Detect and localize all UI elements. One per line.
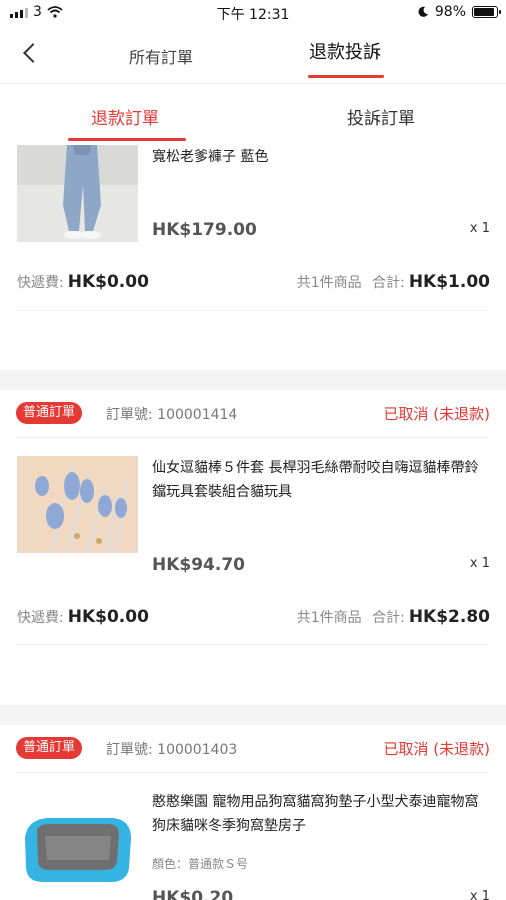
section-gap <box>0 705 506 725</box>
battery-percent: 98% <box>434 4 466 20</box>
total-value: HK$1.00 <box>408 272 490 292</box>
order-status: 已取消 (未退款) <box>383 405 490 423</box>
top-nav: 所有訂單 退款投訴 <box>0 26 506 84</box>
order-type-badge: 普通訂單 <box>16 737 83 759</box>
shipping-value: HK$0.00 <box>67 272 149 292</box>
active-subtab-indicator <box>68 138 186 141</box>
status-right: 98% <box>417 4 501 20</box>
status-bar: 3 下午 12:31 98% <box>0 0 506 26</box>
product-price: HK$94.70 <box>152 555 246 575</box>
order-number: 100001414 <box>157 407 238 423</box>
tab-refund-orders[interactable]: 退款訂單 <box>60 104 190 129</box>
product-price: HK$179.00 <box>152 220 257 240</box>
product-image-jeans[interactable] <box>17 145 138 242</box>
divider <box>17 644 489 645</box>
product-attribute: 顏色：普通款Ｓ号 <box>152 857 249 871</box>
summary-row: 共1件商品 合計: HK$1.00 <box>297 272 490 292</box>
active-tab-indicator <box>308 75 384 78</box>
items-count: 共1件商品 <box>296 275 362 291</box>
shipping-label: 快遞費: <box>17 610 64 626</box>
order-number-row: 訂單號: 100001414 <box>106 404 237 424</box>
battery-icon <box>472 6 501 18</box>
order-number-label: 訂單號: <box>106 742 153 758</box>
section-gap <box>0 370 506 390</box>
total-value: HK$2.80 <box>408 607 490 627</box>
order-number-row: 訂單號: 100001403 <box>106 739 237 759</box>
product-title[interactable]: 仙女逗貓棒５件套 長桿羽毛絲帶耐咬自嗨逗貓棒帶鈴鐺玩具套裝組合貓玩具 <box>152 456 492 504</box>
sub-tabs: 退款訂單 投訴訂單 <box>0 84 506 142</box>
order-number-label: 訂單號: <box>106 407 153 423</box>
product-image-cat-toy[interactable] <box>17 456 138 553</box>
shipping-value: HK$0.00 <box>67 607 149 627</box>
shipping-label: 快遞費: <box>17 275 64 291</box>
tab-all-orders[interactable]: 所有訂單 <box>96 44 226 68</box>
divider <box>17 310 489 311</box>
total-label: 合計: <box>372 610 405 626</box>
total-label: 合計: <box>372 275 405 291</box>
divider <box>17 437 489 438</box>
product-qty: x 1 <box>469 556 490 571</box>
order-type-badge: 普通訂單 <box>16 402 83 424</box>
product-image-pet-bed[interactable] <box>17 790 138 900</box>
order-number: 100001403 <box>157 742 238 758</box>
product-title[interactable]: 憨憨樂園 寵物用品狗窩貓窩狗墊子小型犬泰迪寵物窩狗床貓咪冬季狗窩墊房子 <box>152 790 492 838</box>
tab-complaint-orders[interactable]: 投訴訂單 <box>316 104 446 129</box>
divider <box>17 772 489 773</box>
tab-refund-complaint[interactable]: 退款投訴 <box>290 38 400 64</box>
order-status: 已取消 (未退款) <box>383 740 490 758</box>
back-arrow-icon[interactable] <box>20 42 44 66</box>
product-price: HK$0.20 <box>152 888 234 900</box>
product-qty: x 1 <box>469 889 490 900</box>
moon-icon <box>418 6 428 17</box>
items-count: 共1件商品 <box>296 610 362 626</box>
product-title[interactable]: 寬松老爹褲子 藍色 <box>152 145 492 169</box>
summary-row: 共1件商品 合計: HK$2.80 <box>297 607 490 627</box>
product-qty: x 1 <box>469 221 490 236</box>
shipping-row: 快遞費: HK$0.00 <box>17 607 149 627</box>
shipping-row: 快遞費: HK$0.00 <box>17 272 149 292</box>
